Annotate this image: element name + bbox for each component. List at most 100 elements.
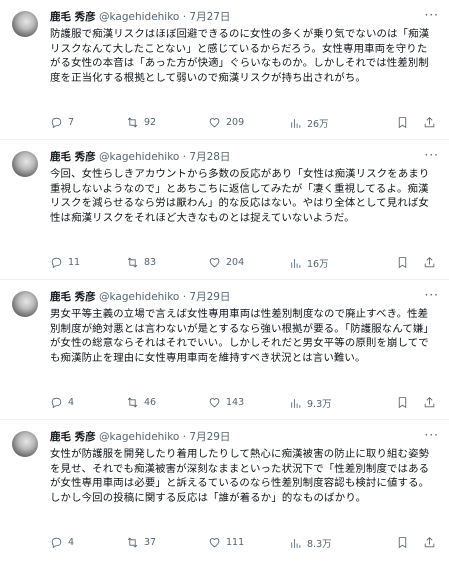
retweet-icon bbox=[127, 257, 138, 268]
tweet-actions: 7 92 209 26万 bbox=[50, 116, 441, 130]
reply-button[interactable]: 7 bbox=[50, 116, 74, 129]
more-icon[interactable]: ··· bbox=[425, 288, 439, 302]
reply-icon bbox=[51, 117, 62, 129]
like-icon bbox=[209, 398, 220, 408]
like-count: 111 bbox=[226, 537, 245, 548]
tweet-header: 鹿毛 秀彦 @kagehidehiko · 7月29日 bbox=[50, 430, 230, 444]
bookmark-button[interactable] bbox=[396, 256, 409, 269]
more-icon[interactable]: ··· bbox=[425, 8, 439, 22]
user-handle[interactable]: @kagehidehiko bbox=[99, 291, 179, 303]
avatar[interactable] bbox=[12, 151, 38, 177]
tweet-text: 女性が防護服を開発したり着用したりして熱心に痴漢被害の防止に取り組む姿勢を見せ、… bbox=[50, 448, 430, 504]
like-button[interactable]: 204 bbox=[208, 256, 244, 269]
views-icon bbox=[291, 398, 301, 408]
view-count: 8.3万 bbox=[307, 539, 332, 550]
tweet-text: 男女平等主義の立場で言えば女性専用車両は性差別制度なので廃止すべき。性差別制度が… bbox=[50, 308, 434, 364]
share-icon bbox=[424, 257, 435, 268]
tweet-text: 防護服で痴漢リスクはほぼ回避できるのに女性の多くが乗り気でないのは「痴漢リスクな… bbox=[50, 28, 430, 84]
reply-count: 4 bbox=[68, 397, 75, 408]
share-icon bbox=[424, 117, 435, 128]
reply-icon bbox=[51, 537, 62, 549]
timeline: 鹿毛 秀彦 @kagehidehiko · 7月27日 ··· 防護服で痴漢リス… bbox=[0, 0, 449, 560]
reply-icon bbox=[51, 257, 62, 269]
like-count: 143 bbox=[226, 397, 245, 408]
like-button[interactable]: 111 bbox=[208, 536, 244, 549]
separator-dot: · bbox=[182, 11, 187, 23]
views-button[interactable]: 9.3万 bbox=[289, 396, 332, 410]
share-button[interactable] bbox=[423, 116, 436, 129]
retweet-icon bbox=[127, 397, 138, 408]
tweet-actions: 4 46 143 9.3万 bbox=[50, 396, 441, 410]
tweet-date[interactable]: 7月28日 bbox=[189, 151, 230, 163]
share-icon bbox=[424, 537, 435, 548]
like-button[interactable]: 209 bbox=[208, 116, 244, 129]
tweet-text: 今回、女性らしきアカウントから多数の反応があり「女性は痴漢リスクをあまり重視しな… bbox=[50, 168, 430, 224]
views-icon bbox=[291, 258, 301, 268]
reply-count: 4 bbox=[68, 537, 75, 548]
user-handle[interactable]: @kagehidehiko bbox=[99, 11, 179, 23]
reply-count: 7 bbox=[68, 117, 75, 128]
retweet-button[interactable]: 83 bbox=[126, 256, 156, 269]
tweet-header: 鹿毛 秀彦 @kagehidehiko · 7月27日 bbox=[50, 10, 230, 24]
retweet-button[interactable]: 37 bbox=[126, 536, 156, 549]
share-button[interactable] bbox=[423, 256, 436, 269]
retweet-count: 37 bbox=[144, 537, 157, 548]
tweet[interactable]: 鹿毛 秀彦 @kagehidehiko · 7月27日 ··· 防護服で痴漢リス… bbox=[0, 0, 449, 140]
retweet-count: 83 bbox=[144, 257, 157, 268]
display-name[interactable]: 鹿毛 秀彦 bbox=[50, 151, 96, 163]
retweet-count: 46 bbox=[144, 397, 157, 408]
reply-count: 11 bbox=[68, 257, 81, 268]
tweet[interactable]: 鹿毛 秀彦 @kagehidehiko · 7月29日 ··· 男女平等主義の立… bbox=[0, 280, 449, 420]
views-button[interactable]: 26万 bbox=[289, 116, 329, 130]
view-count: 26万 bbox=[307, 119, 329, 130]
tweet-date[interactable]: 7月29日 bbox=[189, 291, 230, 303]
reply-icon bbox=[51, 397, 62, 409]
tweet-header: 鹿毛 秀彦 @kagehidehiko · 7月29日 bbox=[50, 290, 230, 304]
avatar[interactable] bbox=[12, 11, 38, 37]
bookmark-icon bbox=[398, 537, 407, 549]
reply-button[interactable]: 4 bbox=[50, 396, 74, 409]
like-count: 209 bbox=[226, 117, 245, 128]
tweet[interactable]: 鹿毛 秀彦 @kagehidehiko · 7月29日 ··· 女性が防護服を開… bbox=[0, 420, 449, 560]
avatar[interactable] bbox=[12, 431, 38, 457]
view-count: 9.3万 bbox=[307, 399, 332, 410]
bookmark-button[interactable] bbox=[396, 116, 409, 129]
retweet-count: 92 bbox=[144, 117, 157, 128]
like-count: 204 bbox=[226, 257, 245, 268]
tweet-actions: 11 83 204 16万 bbox=[50, 256, 441, 270]
views-button[interactable]: 8.3万 bbox=[289, 536, 332, 550]
bookmark-icon bbox=[398, 117, 407, 129]
tweet[interactable]: 鹿毛 秀彦 @kagehidehiko · 7月28日 ··· 今回、女性らしき… bbox=[0, 140, 449, 280]
more-icon[interactable]: ··· bbox=[425, 148, 439, 162]
retweet-button[interactable]: 46 bbox=[126, 396, 156, 409]
like-button[interactable]: 143 bbox=[208, 396, 244, 409]
bookmark-button[interactable] bbox=[396, 396, 409, 409]
reply-button[interactable]: 4 bbox=[50, 536, 74, 549]
more-icon[interactable]: ··· bbox=[425, 428, 439, 442]
retweet-button[interactable]: 92 bbox=[126, 116, 156, 129]
display-name[interactable]: 鹿毛 秀彦 bbox=[50, 11, 96, 23]
share-button[interactable] bbox=[423, 396, 436, 409]
bookmark-icon bbox=[398, 257, 407, 269]
display-name[interactable]: 鹿毛 秀彦 bbox=[50, 291, 96, 303]
display-name[interactable]: 鹿毛 秀彦 bbox=[50, 431, 96, 443]
user-handle[interactable]: @kagehidehiko bbox=[99, 431, 179, 443]
share-icon bbox=[424, 397, 435, 408]
bookmark-button[interactable] bbox=[396, 536, 409, 549]
bookmark-icon bbox=[398, 397, 407, 409]
retweet-icon bbox=[127, 537, 138, 548]
tweet-date[interactable]: 7月29日 bbox=[189, 431, 230, 443]
avatar[interactable] bbox=[12, 291, 38, 317]
like-icon bbox=[209, 258, 220, 268]
reply-button[interactable]: 11 bbox=[50, 256, 80, 269]
user-handle[interactable]: @kagehidehiko bbox=[99, 151, 179, 163]
retweet-icon bbox=[127, 117, 138, 128]
share-button[interactable] bbox=[423, 536, 436, 549]
separator-dot: · bbox=[182, 431, 187, 443]
tweet-header: 鹿毛 秀彦 @kagehidehiko · 7月28日 bbox=[50, 150, 230, 164]
tweet-date[interactable]: 7月27日 bbox=[189, 11, 230, 23]
view-count: 16万 bbox=[307, 259, 329, 270]
separator-dot: · bbox=[182, 151, 187, 163]
views-button[interactable]: 16万 bbox=[289, 256, 329, 270]
like-icon bbox=[209, 118, 220, 128]
